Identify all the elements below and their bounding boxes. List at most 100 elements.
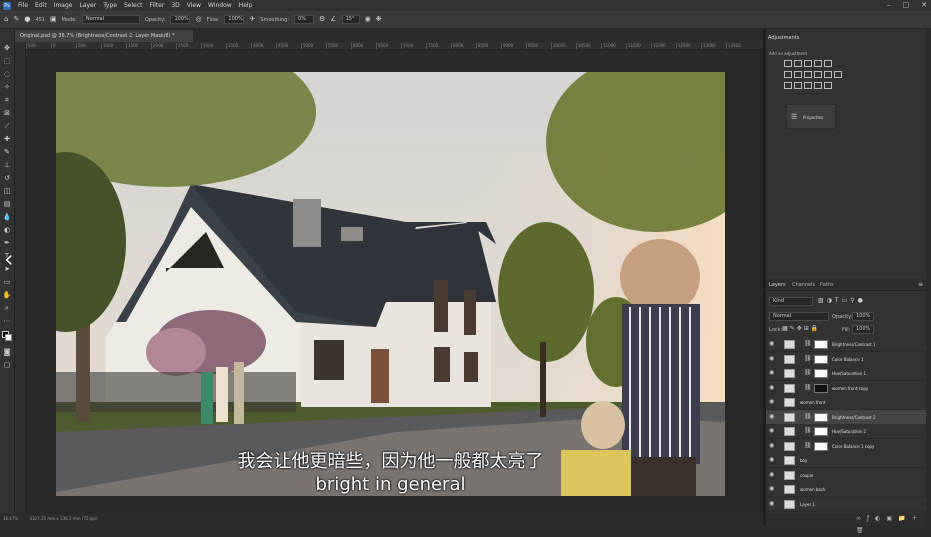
lasso-tool-icon[interactable]: ◌ xyxy=(2,69,12,79)
layer-row[interactable]: ◉ ⛓ Hue/Saturation 2 xyxy=(766,424,926,439)
layer-row[interactable]: ◉ ⛓ Color Balance 1 copy xyxy=(766,438,926,454)
menu-filter[interactable]: Filter xyxy=(150,2,165,9)
exposure-icon[interactable] xyxy=(814,60,822,67)
menu-image[interactable]: Image xyxy=(54,2,73,9)
layer-thumbnail[interactable] xyxy=(784,470,795,480)
pressure-opacity-icon[interactable]: ◎ xyxy=(195,15,201,24)
visibility-eye-icon[interactable]: ◉ xyxy=(769,399,775,405)
adjustment-layer-icon[interactable] xyxy=(784,340,795,349)
adjustment-layer-icon[interactable] xyxy=(784,354,795,364)
menu-file[interactable]: File xyxy=(18,2,28,9)
history-brush-tool-icon[interactable]: ↺ xyxy=(2,173,12,183)
fill-input[interactable]: 100% xyxy=(852,325,874,334)
adjustment-layer-icon[interactable] xyxy=(784,412,795,422)
zoom-level[interactable]: 36.67% xyxy=(3,516,18,521)
mask-link-icon[interactable]: ⛓ xyxy=(804,384,812,391)
layer-thumbnail[interactable] xyxy=(784,485,795,494)
more-tools-icon[interactable]: ⋯ xyxy=(2,316,12,326)
tab-paths[interactable]: Paths xyxy=(820,282,834,288)
layer-row[interactable]: ◉ ⛓ Hue/Saturation 1 xyxy=(766,366,926,381)
layer-row[interactable]: ◉ couple xyxy=(766,467,926,483)
layer-filter-kind[interactable]: Kind xyxy=(769,297,813,306)
flow-input[interactable]: 100% xyxy=(224,15,245,24)
menu-help[interactable]: Help xyxy=(239,2,253,9)
photo-filter-icon[interactable] xyxy=(814,71,822,78)
layer-filter-icons[interactable]: ▨◑T▭⚲● xyxy=(818,297,918,306)
hue-saturation-icon[interactable] xyxy=(784,71,792,78)
visibility-eye-icon[interactable]: ◉ xyxy=(769,413,775,420)
quick-select-tool-icon[interactable]: ✧ xyxy=(2,82,12,92)
menu-type[interactable]: Type xyxy=(103,2,117,9)
visibility-eye-icon[interactable]: ◉ xyxy=(769,500,775,507)
posterize-icon[interactable] xyxy=(794,82,802,89)
layer-thumbnail[interactable] xyxy=(784,398,795,407)
brush-panel-icon[interactable]: ▣ xyxy=(50,15,57,24)
smoothing-input[interactable]: 0% xyxy=(294,15,315,24)
stamp-tool-icon[interactable]: ⊥ xyxy=(2,160,12,170)
menu-window[interactable]: Window xyxy=(208,2,232,9)
eraser-tool-icon[interactable]: ◫ xyxy=(2,186,12,196)
selective-color-icon[interactable] xyxy=(824,82,832,89)
layer-mask-thumbnail[interactable] xyxy=(814,354,828,364)
mode-select[interactable]: Normal xyxy=(81,15,140,24)
tab-layers[interactable]: Layers xyxy=(769,282,786,288)
visibility-eye-icon[interactable]: ◉ xyxy=(769,428,775,434)
layer-row[interactable]: ◉ boy xyxy=(766,453,926,468)
angle-input[interactable]: 15° xyxy=(341,15,360,24)
zoom-tool-icon[interactable]: ⌕ xyxy=(2,303,12,313)
menu-select[interactable]: Select xyxy=(124,2,143,9)
visibility-eye-icon[interactable]: ◉ xyxy=(769,341,775,347)
invert-icon[interactable] xyxy=(784,82,792,89)
layer-mask-thumbnail[interactable] xyxy=(814,383,828,393)
previous-arrow-icon[interactable]: ‹ xyxy=(4,245,14,273)
menu-layer[interactable]: Layer xyxy=(79,2,96,9)
opacity-input[interactable]: 100% xyxy=(170,15,191,24)
brush-tool-icon-side[interactable]: ✎ xyxy=(2,147,12,157)
adjustment-layer-icon[interactable] xyxy=(784,441,795,451)
quick-mask-icon[interactable]: ◙ xyxy=(2,347,12,357)
layer-row[interactable]: ◉ women back xyxy=(766,482,926,497)
layer-opacity-input[interactable]: 100% xyxy=(852,312,874,321)
layer-mask-thumbnail[interactable] xyxy=(814,441,828,451)
visibility-eye-icon[interactable]: ◉ xyxy=(769,355,775,362)
close-icon[interactable]: ✕ xyxy=(921,1,927,10)
screen-mode-icon[interactable]: ▢ xyxy=(2,360,12,370)
layer-mask-thumbnail[interactable] xyxy=(814,369,828,378)
gear-icon[interactable]: ⚙ xyxy=(319,15,325,24)
menu-view[interactable]: View xyxy=(187,2,201,9)
layer-thumbnail[interactable] xyxy=(784,499,795,509)
home-icon[interactable]: ⌂ xyxy=(4,15,8,24)
layer-row[interactable]: ◉ ⛓ Color Balance 1 xyxy=(766,351,926,367)
move-tool-icon[interactable]: ✥ xyxy=(2,43,12,53)
crop-tool-icon[interactable]: ⌗ xyxy=(2,95,12,105)
color-balance-icon[interactable] xyxy=(794,71,802,78)
panel-menu-icon[interactable]: ≡ xyxy=(918,280,923,289)
tab-adjustments[interactable]: Adjustments xyxy=(768,35,799,41)
layer-mask-thumbnail[interactable] xyxy=(814,427,828,436)
layer-mask-thumbnail[interactable] xyxy=(814,340,828,349)
dodge-tool-icon[interactable]: ◐ xyxy=(2,225,12,235)
gradient-map-icon[interactable] xyxy=(814,82,822,89)
layer-row[interactable]: ◉ ⛓ women front copy xyxy=(766,380,926,396)
hand-tool-icon[interactable]: ✋ xyxy=(2,290,12,300)
document-canvas-image[interactable] xyxy=(56,72,725,496)
layer-row[interactable]: ◉ ⛓ Brightness/Contrast 1 xyxy=(766,337,926,352)
vibrance-icon[interactable] xyxy=(824,60,832,67)
mask-link-icon[interactable]: ⛓ xyxy=(804,355,812,362)
channel-mixer-icon[interactable] xyxy=(824,71,832,78)
visibility-eye-icon[interactable]: ◉ xyxy=(769,486,775,492)
gradient-tool-icon[interactable]: ▤ xyxy=(2,199,12,209)
adjustment-layer-icon[interactable] xyxy=(784,383,795,393)
mask-link-icon[interactable]: ⛓ xyxy=(804,442,812,449)
properties-panel-collapsed[interactable]: ☰ Properties xyxy=(786,104,836,129)
blur-tool-icon[interactable]: 💧 xyxy=(2,212,12,222)
pressure-size-icon[interactable]: ◉ xyxy=(365,15,371,24)
menu-3d[interactable]: 3D xyxy=(171,2,179,9)
adjustment-layer-icon[interactable] xyxy=(784,369,795,378)
visibility-eye-icon[interactable]: ◉ xyxy=(769,471,775,478)
mask-link-icon[interactable]: ⛓ xyxy=(804,413,812,420)
threshold-icon[interactable] xyxy=(804,82,812,89)
curves-icon[interactable] xyxy=(804,60,812,67)
layer-row[interactable]: ◉ women front xyxy=(766,395,926,410)
eyedropper-tool-icon[interactable]: ⟋ xyxy=(2,121,12,131)
